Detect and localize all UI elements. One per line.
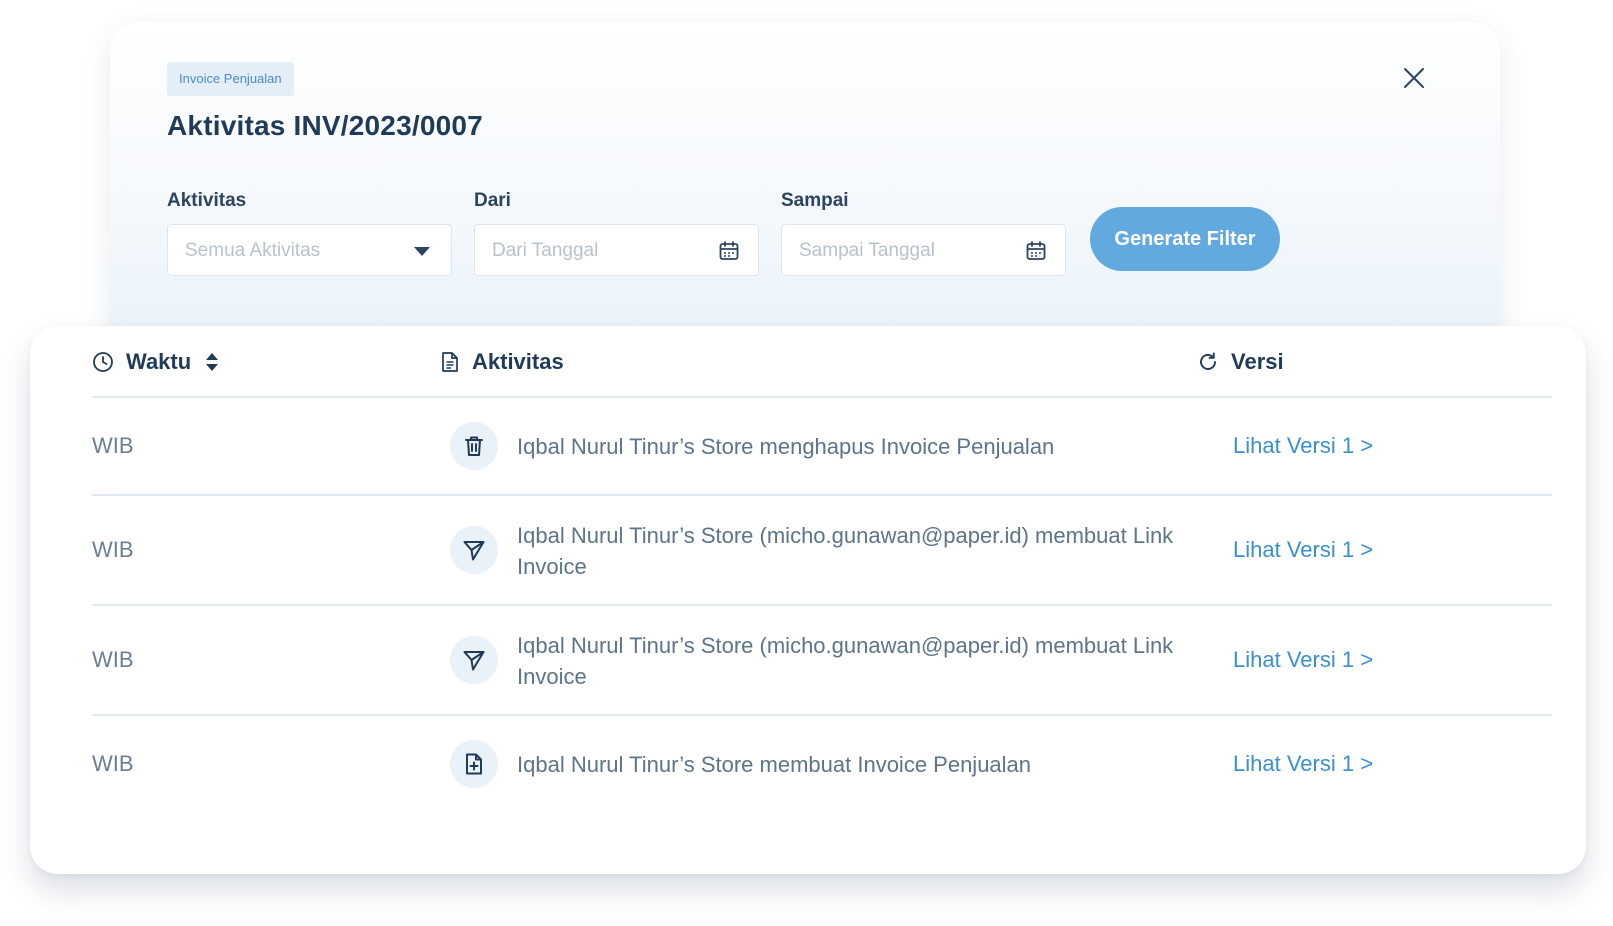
send-icon bbox=[450, 636, 498, 684]
activity-select-value: Semua Aktivitas bbox=[185, 240, 321, 261]
view-version-link[interactable]: Lihat Versi 1 > bbox=[1233, 433, 1373, 459]
to-date-input[interactable]: Sampai Tanggal bbox=[781, 224, 1066, 276]
send-icon bbox=[450, 526, 498, 574]
document-type-badge: Invoice Penjualan bbox=[167, 62, 294, 96]
row-time: WIB bbox=[92, 751, 134, 776]
calendar-icon[interactable] bbox=[718, 240, 740, 262]
header-divider bbox=[92, 396, 1552, 398]
from-date-input[interactable]: Dari Tanggal bbox=[474, 224, 759, 276]
filter-panel: Invoice Penjualan Aktivitas INV/2023/000… bbox=[110, 22, 1500, 352]
row-activity-text: Iqbal Nurul Tinur’s Store (micho.gunawan… bbox=[517, 633, 1174, 689]
view-version-link[interactable]: Lihat Versi 1 > bbox=[1233, 647, 1373, 673]
row-time: WIB bbox=[92, 537, 134, 562]
activity-filter-label: Aktivitas bbox=[167, 190, 247, 211]
column-header-time: Waktu bbox=[92, 344, 219, 380]
from-date-label: Dari bbox=[474, 190, 511, 211]
from-date-placeholder: Dari Tanggal bbox=[492, 240, 599, 261]
column-header-version: Versi bbox=[1197, 344, 1284, 380]
clock-icon bbox=[93, 352, 113, 372]
page-title: Aktivitas INV/2023/0007 bbox=[167, 110, 483, 141]
generate-filter-button[interactable]: Generate Filter bbox=[1090, 207, 1280, 271]
view-version-link[interactable]: Lihat Versi 1 > bbox=[1233, 751, 1373, 777]
row-divider bbox=[92, 494, 1552, 496]
row-activity-text: Iqbal Nurul Tinur’s Store (micho.gunawan… bbox=[517, 523, 1174, 579]
column-header-time-label: Waktu bbox=[126, 349, 192, 374]
refresh-icon bbox=[1200, 352, 1216, 370]
trash-icon bbox=[450, 422, 498, 470]
caret-down-icon bbox=[414, 247, 430, 256]
file-plus-icon bbox=[450, 740, 498, 788]
column-header-activity: Aktivitas bbox=[440, 344, 564, 380]
row-activity-text: Iqbal Nurul Tinur’s Store membuat Invoic… bbox=[517, 752, 1032, 777]
document-icon bbox=[442, 352, 458, 372]
row-activity-text: Iqbal Nurul Tinur’s Store menghapus Invo… bbox=[517, 434, 1055, 459]
row-divider bbox=[92, 714, 1552, 716]
view-version-link[interactable]: Lihat Versi 1 > bbox=[1233, 537, 1373, 563]
column-header-activity-label: Aktivitas bbox=[472, 349, 564, 374]
activity-select[interactable]: Semua Aktivitas bbox=[167, 224, 452, 276]
calendar-icon[interactable] bbox=[1025, 240, 1047, 262]
row-time: WIB bbox=[92, 433, 134, 458]
row-time: WIB bbox=[92, 647, 134, 672]
close-icon[interactable] bbox=[1400, 64, 1428, 92]
to-date-label: Sampai bbox=[781, 190, 849, 211]
row-divider bbox=[92, 604, 1552, 606]
to-date-placeholder: Sampai Tanggal bbox=[799, 240, 935, 261]
activity-table: Waktu Aktivitas Versi WIB Iqbal Nurul Ti… bbox=[30, 326, 1586, 874]
sort-icon[interactable] bbox=[205, 351, 219, 373]
column-header-version-label: Versi bbox=[1231, 349, 1284, 374]
